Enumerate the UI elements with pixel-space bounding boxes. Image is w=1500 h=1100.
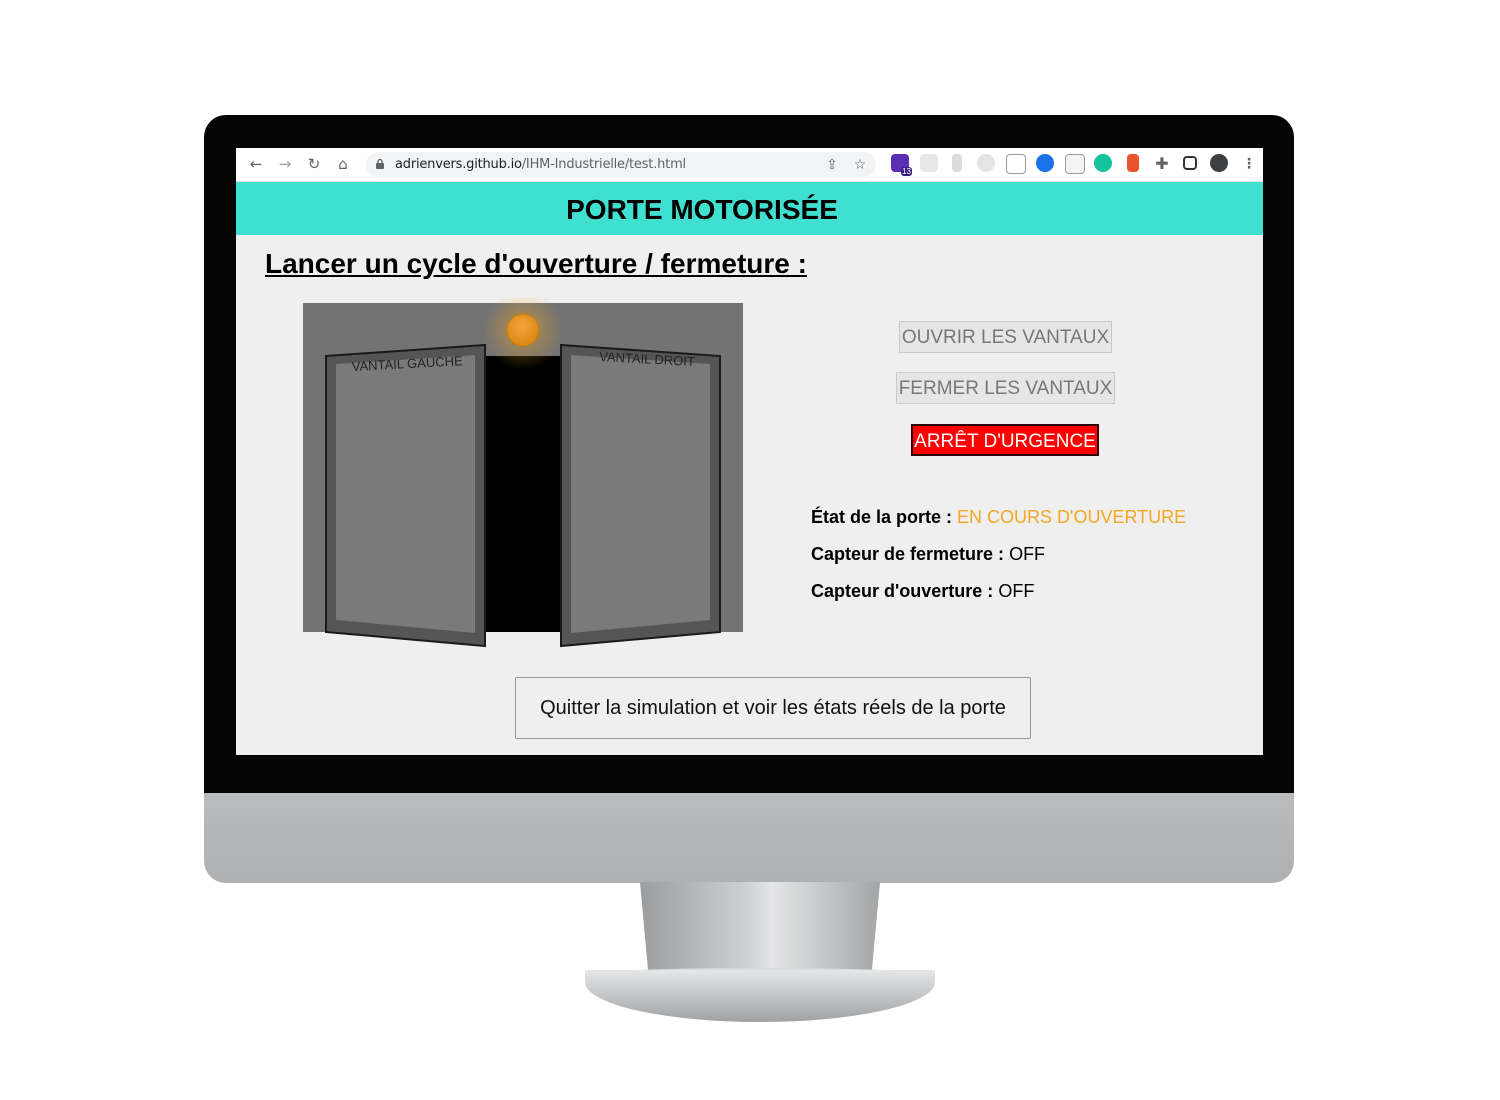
monitor-screen: ← → ↻ ⌂ adrienvers.github.io/IHM-Industr… xyxy=(236,148,1263,755)
close-leaves-button[interactable]: FERMER LES VANTAUX xyxy=(896,372,1115,404)
extension-icon-text[interactable] xyxy=(1006,154,1026,174)
url-path: /IHM-Industrielle/test.html xyxy=(521,157,686,172)
extension-icon-grey-2[interactable] xyxy=(952,154,962,172)
grammarly-icon[interactable] xyxy=(1094,154,1112,172)
open-sensor-row: Capteur d'ouverture : OFF xyxy=(811,581,1034,602)
door-opening xyxy=(485,356,563,632)
section-title: Lancer un cycle d'ouverture / fermeture … xyxy=(265,248,807,279)
extension-icon-blue[interactable] xyxy=(1036,154,1054,172)
extension-icon-badge[interactable]: 13 xyxy=(891,154,912,176)
page-title: PORTE MOTORISÉE xyxy=(566,194,838,225)
lock-icon xyxy=(376,159,384,169)
monitor-chin xyxy=(204,793,1294,883)
door-illustration: VANTAIL GAUCHE VANTAIL DROIT xyxy=(303,298,743,648)
door-state-label: État de la porte : xyxy=(811,507,953,527)
extension-icon-timer[interactable] xyxy=(977,154,995,172)
door-state-row: État de la porte : EN COURS D'OUVERTURE xyxy=(811,507,1186,528)
right-door-leaf-panel xyxy=(571,355,710,633)
browser-toolbar: ← → ↻ ⌂ adrienvers.github.io/IHM-Industr… xyxy=(236,148,1263,182)
emergency-stop-button[interactable]: ARRÊT D'URGENCE xyxy=(911,424,1099,456)
url-text: adrienvers.github.io/IHM-Industrielle/te… xyxy=(395,157,686,172)
extension-icon-grey-1[interactable] xyxy=(920,154,938,172)
profile-avatar[interactable] xyxy=(1210,154,1228,172)
close-sensor-value: OFF xyxy=(1009,544,1046,564)
extension-badge-count: 13 xyxy=(901,167,912,176)
kebab-menu-icon[interactable]: ⋮ xyxy=(1238,153,1260,175)
extension-icon-red[interactable] xyxy=(1127,154,1139,172)
side-panel-icon[interactable] xyxy=(1183,156,1197,170)
close-sensor-label: Capteur de fermeture : xyxy=(811,544,1005,564)
app-header: PORTE MOTORISÉE xyxy=(236,182,1263,235)
extension-icon-rb[interactable] xyxy=(1065,154,1085,174)
address-bar[interactable]: adrienvers.github.io/IHM-Industrielle/te… xyxy=(366,152,876,177)
puzzle-extensions-icon[interactable]: ✚ xyxy=(1151,153,1173,175)
open-sensor-value: OFF xyxy=(998,581,1035,601)
forward-arrow-icon[interactable]: → xyxy=(274,153,296,175)
url-domain: adrienvers.github.io xyxy=(395,157,522,172)
reload-icon[interactable]: ↻ xyxy=(303,153,325,175)
back-arrow-icon[interactable]: ← xyxy=(245,153,267,175)
warning-light-icon xyxy=(506,313,540,347)
left-door-leaf-panel xyxy=(336,355,475,633)
close-sensor-row: Capteur de fermeture : OFF xyxy=(811,544,1045,565)
open-sensor-label: Capteur d'ouverture : xyxy=(811,581,994,601)
monitor-stand-foot xyxy=(585,970,935,1022)
door-state-value: EN COURS D'OUVERTURE xyxy=(957,507,1187,527)
quit-simulation-button[interactable]: Quitter la simulation et voir les états … xyxy=(515,677,1031,739)
share-icon[interactable]: ⇪ xyxy=(822,155,842,175)
star-icon[interactable]: ☆ xyxy=(850,155,870,175)
home-icon[interactable]: ⌂ xyxy=(332,153,354,175)
open-leaves-button[interactable]: OUVRIR LES VANTAUX xyxy=(899,321,1112,353)
